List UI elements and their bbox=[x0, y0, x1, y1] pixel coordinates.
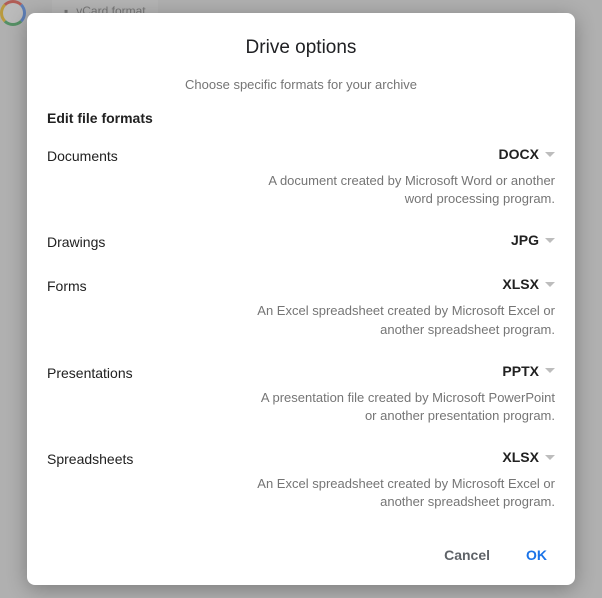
row-label: Spreadsheets bbox=[47, 449, 227, 467]
chevron-down-icon bbox=[545, 282, 555, 287]
format-value: XLSX bbox=[502, 276, 539, 292]
format-select-forms[interactable]: XLSX bbox=[502, 276, 555, 292]
row-desc: A document created by Microsoft Word or … bbox=[255, 172, 555, 208]
format-select-presentations[interactable]: PPTX bbox=[502, 363, 555, 379]
format-row-forms: Forms XLSX An Excel spreadsheet created … bbox=[47, 266, 555, 338]
row-label: Drawings bbox=[47, 232, 227, 250]
row-label: Documents bbox=[47, 146, 227, 164]
format-select-documents[interactable]: DOCX bbox=[499, 146, 555, 162]
format-row-drawings: Drawings JPG bbox=[47, 222, 555, 252]
dialog-title: Drive options bbox=[27, 13, 575, 63]
format-value: PPTX bbox=[502, 363, 539, 379]
ok-button[interactable]: OK bbox=[522, 541, 551, 569]
section-header-edit-file-formats: Edit file formats bbox=[47, 110, 555, 126]
format-value: XLSX bbox=[502, 449, 539, 465]
format-row-spreadsheets: Spreadsheets XLSX An Excel spreadsheet c… bbox=[47, 439, 555, 511]
format-value: DOCX bbox=[499, 146, 539, 162]
row-desc: An Excel spreadsheet created by Microsof… bbox=[255, 475, 555, 511]
chevron-down-icon bbox=[545, 455, 555, 460]
format-select-drawings[interactable]: JPG bbox=[511, 232, 555, 248]
format-value: JPG bbox=[511, 232, 539, 248]
drive-options-dialog: Drive options Choose specific formats fo… bbox=[27, 13, 575, 585]
row-label: Presentations bbox=[47, 363, 227, 381]
chevron-down-icon bbox=[545, 368, 555, 373]
format-select-spreadsheets[interactable]: XLSX bbox=[502, 449, 555, 465]
dialog-subtitle: Choose specific formats for your archive bbox=[27, 63, 575, 110]
row-label: Forms bbox=[47, 276, 227, 294]
dialog-actions: Cancel OK bbox=[27, 527, 575, 585]
chevron-down-icon bbox=[545, 238, 555, 243]
chevron-down-icon bbox=[545, 152, 555, 157]
cancel-button[interactable]: Cancel bbox=[440, 541, 494, 569]
row-desc: A presentation file created by Microsoft… bbox=[255, 389, 555, 425]
format-row-presentations: Presentations PPTX A presentation file c… bbox=[47, 353, 555, 425]
dialog-content: Edit file formats Documents DOCX A docum… bbox=[27, 110, 575, 527]
row-desc: An Excel spreadsheet created by Microsof… bbox=[255, 302, 555, 338]
format-row-documents: Documents DOCX A document created by Mic… bbox=[47, 136, 555, 208]
